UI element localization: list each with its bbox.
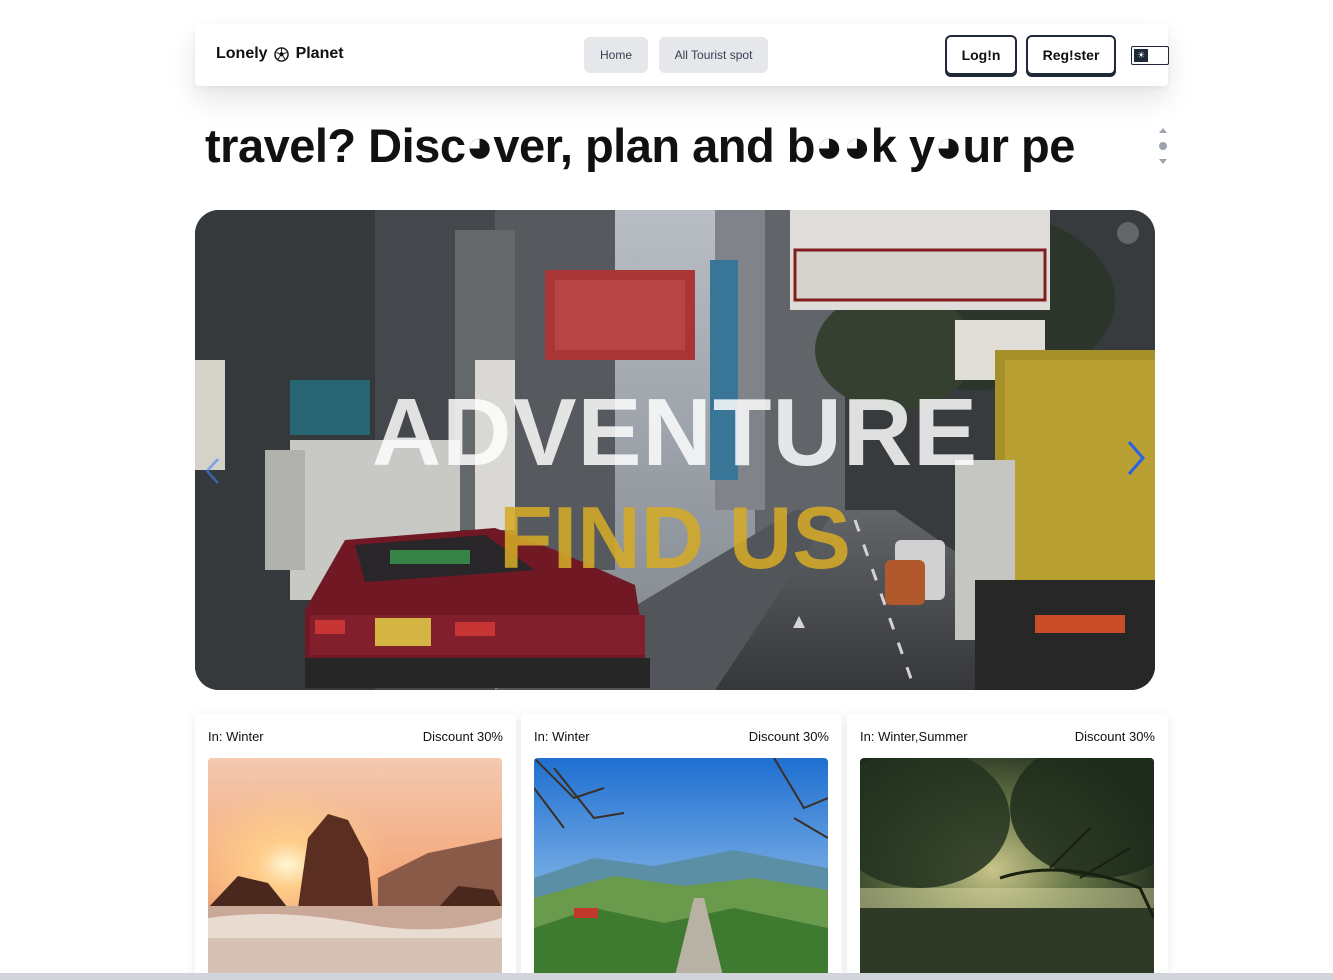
tagline-marquee: travel? Disc◕ver, plan and b◕◕k y◕ur pe xyxy=(195,116,1168,176)
nav-links: Home All Tourist spot xyxy=(584,37,768,73)
auth-controls: Log!n Reg!ster ☀ xyxy=(945,35,1169,75)
sun-icon: ☀ xyxy=(1134,48,1148,62)
tagline-text: travel? Disc◕ver, plan and b◕◕k y◕ur pe xyxy=(205,119,1075,172)
nav-home-button[interactable]: Home xyxy=(584,37,648,73)
theme-toggle[interactable]: ☀ xyxy=(1131,45,1169,65)
brand-logo[interactable]: Lonely Planet xyxy=(216,45,344,63)
card-season: In: Winter xyxy=(534,729,590,744)
scroll-up-icon[interactable] xyxy=(1159,128,1167,133)
card-image-hill-road xyxy=(534,758,828,980)
nav-all-tourist-spot-button[interactable]: All Tourist spot xyxy=(659,37,768,73)
expand-icon[interactable] xyxy=(1117,222,1139,244)
tourist-spot-card[interactable]: In: Winter Discount 30% xyxy=(521,714,842,980)
card-image-misty-forest xyxy=(860,758,1154,980)
scroll-down-icon[interactable] xyxy=(1159,159,1167,164)
marquee-scroll-control[interactable] xyxy=(1158,128,1168,164)
card-image-sunset-beach xyxy=(208,758,502,980)
register-button[interactable]: Reg!ster xyxy=(1026,35,1116,75)
card-meta: In: Winter,Summer Discount 30% xyxy=(860,729,1155,744)
scroll-dot-icon xyxy=(1159,142,1167,150)
card-discount: Discount 30% xyxy=(422,729,503,744)
navbar: Lonely Planet Home All Tourist spot Log!… xyxy=(195,24,1169,86)
card-season: In: Winter,Summer xyxy=(860,729,968,744)
card-discount: Discount 30% xyxy=(1074,729,1155,744)
login-button[interactable]: Log!n xyxy=(945,35,1017,75)
brand-name-right: Planet xyxy=(295,45,344,62)
slider-prev-arrow-icon[interactable] xyxy=(203,456,223,486)
hero-subtitle: FIND US xyxy=(499,488,851,587)
card-season: In: Winter xyxy=(208,729,264,744)
hero-slider[interactable]: ADVENTURE FIND US xyxy=(195,210,1155,690)
soccer-ball-icon xyxy=(273,46,289,62)
slider-next-arrow-icon[interactable] xyxy=(1123,438,1147,478)
brand-name-left: Lonely xyxy=(216,45,268,62)
tourist-spot-card[interactable]: In: Winter Discount 30% xyxy=(195,714,516,980)
card-meta: In: Winter Discount 30% xyxy=(208,729,503,744)
card-discount: Discount 30% xyxy=(748,729,829,744)
card-meta: In: Winter Discount 30% xyxy=(534,729,829,744)
tourist-spot-card[interactable]: In: Winter,Summer Discount 30% xyxy=(847,714,1168,980)
hero-title: ADVENTURE xyxy=(371,379,979,486)
horizontal-scrollbar[interactable] xyxy=(0,973,1333,980)
